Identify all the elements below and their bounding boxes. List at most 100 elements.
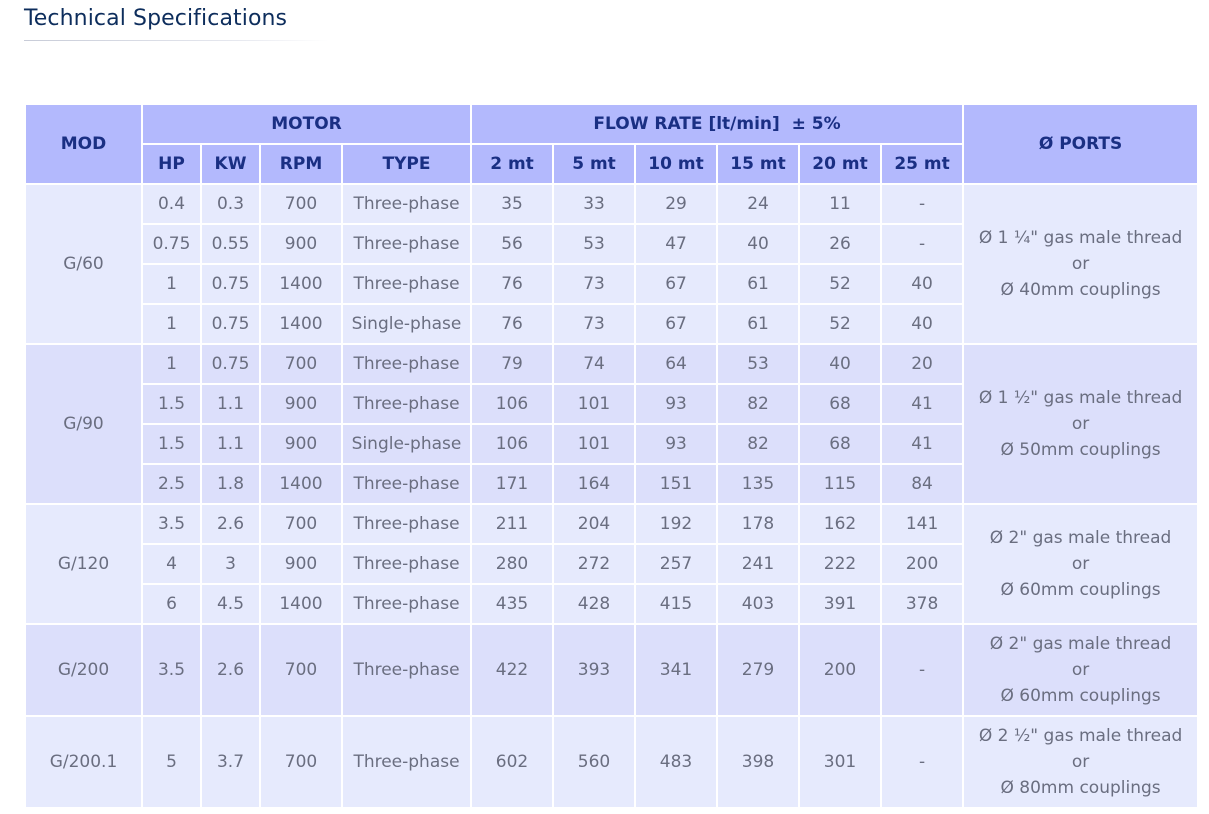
motor-cell: 700 xyxy=(259,183,343,225)
header-mod: MOD xyxy=(24,103,143,185)
motor-cell: 0.3 xyxy=(200,183,261,225)
model-group: G/90 1 0.75 700 Three-phase 79 74 64 53 40 20 Ø 1 ½… xyxy=(24,343,1200,505)
header-ports: Ø PORTS xyxy=(962,103,1200,185)
motor-cell: 2.6 xyxy=(200,503,261,545)
flow-rate-cell: 106 xyxy=(470,383,555,425)
flow-rate-cell: 398 xyxy=(716,715,801,809)
table-row: G/120 3.5 2.6 700 Three-phase 211 204 192 178 162… xyxy=(24,503,1200,625)
motor-cell: 0.75 xyxy=(200,303,261,345)
flow-rate-cell: 73 xyxy=(552,303,637,345)
flow-rate-cell: 435 xyxy=(470,583,555,625)
ports-line: Ø 60mm couplings xyxy=(1000,580,1161,600)
specifications-table: MOD MOTOR FLOW RATE [lt/min] ± 5% Ø PORT… xyxy=(24,103,1200,809)
motor-cell: Single-phase xyxy=(340,423,473,465)
motor-cell: 0.75 xyxy=(200,343,261,385)
motor-cell: Three-phase xyxy=(340,183,473,225)
flow-rate-cell: 76 xyxy=(470,303,555,345)
flow-rate-cell: 272 xyxy=(552,543,637,585)
motor-cell: 1.5 xyxy=(141,383,202,425)
flow-rate-cell: 64 xyxy=(634,343,719,385)
model-cell: G/200.1 xyxy=(24,715,143,809)
flow-rate-cell: 40 xyxy=(716,223,801,265)
motor-cell: 0.75 xyxy=(141,223,202,265)
model-cell: G/90 xyxy=(24,343,143,505)
model-cell: G/120 xyxy=(24,503,143,625)
model-group: G/200 3.5 2.6 700 Three-phase 422 393 341 279 200… xyxy=(24,623,1200,717)
motor-cell: 700 xyxy=(259,503,343,545)
header-flow-25mt: 25 mt xyxy=(880,143,965,185)
ports-line: Ø 2 ½" gas male thread xyxy=(978,726,1183,746)
flow-rate-cell: - xyxy=(880,223,965,265)
motor-cell: Three-phase xyxy=(340,343,473,385)
flow-rate-cell: 200 xyxy=(798,623,883,717)
flow-rate-cell: 61 xyxy=(716,263,801,305)
flow-rate-cell: 204 xyxy=(552,503,637,545)
flow-rate-cell: 82 xyxy=(716,383,801,425)
flow-rate-cell: 40 xyxy=(798,343,883,385)
motor-cell: Three-phase xyxy=(340,383,473,425)
motor-cell: Single-phase xyxy=(340,303,473,345)
motor-cell: Three-phase xyxy=(340,715,473,809)
flow-rate-cell: 560 xyxy=(552,715,637,809)
flow-rate-cell: 393 xyxy=(552,623,637,717)
motor-cell: 4 xyxy=(141,543,202,585)
ports-line: Ø 1 ½" gas male thread xyxy=(978,388,1183,408)
flow-rate-cell: 68 xyxy=(798,423,883,465)
motor-cell: 1 xyxy=(141,303,202,345)
flow-rate-cell: 73 xyxy=(552,263,637,305)
header-row-groups: MOD MOTOR FLOW RATE [lt/min] ± 5% Ø PORT… xyxy=(24,103,1200,185)
ports-cell: Ø 2 ½" gas male thread or Ø 80mm couplings xyxy=(962,715,1200,809)
motor-cell: 0.55 xyxy=(200,223,261,265)
header-flow-5mt: 5 mt xyxy=(552,143,637,185)
flow-rate-cell: 53 xyxy=(716,343,801,385)
motor-cell: 5 xyxy=(141,715,202,809)
table-row: G/200.1 5 3.7 700 Three-phase 602 560 483 398 301… xyxy=(24,715,1200,809)
ports-line: or xyxy=(1071,254,1090,274)
ports-line: Ø 40mm couplings xyxy=(1000,280,1161,300)
flow-rate-cell: 141 xyxy=(880,503,965,545)
flow-rate-cell: 79 xyxy=(470,343,555,385)
ports-line: Ø 1 ¼" gas male thread xyxy=(978,228,1183,248)
motor-cell: Three-phase xyxy=(340,543,473,585)
flow-rate-cell: 67 xyxy=(634,263,719,305)
motor-cell: 1 xyxy=(141,343,202,385)
motor-cell: 4.5 xyxy=(200,583,261,625)
flow-rate-cell: 378 xyxy=(880,583,965,625)
ports-line: or xyxy=(1071,752,1090,772)
flow-rate-cell: 41 xyxy=(880,423,965,465)
title-underline xyxy=(24,40,328,41)
ports-cell: Ø 2" gas male thread or Ø 60mm couplings xyxy=(962,503,1200,625)
flow-rate-cell: - xyxy=(880,183,965,225)
flow-rate-cell: 56 xyxy=(470,223,555,265)
flow-rate-cell: - xyxy=(880,623,965,717)
flow-rate-cell: 341 xyxy=(634,623,719,717)
header-motor: MOTOR xyxy=(140,103,473,145)
motor-cell: 6 xyxy=(141,583,202,625)
flow-rate-cell: 93 xyxy=(634,423,719,465)
flow-rate-cell: - xyxy=(880,715,965,809)
motor-cell: 1.8 xyxy=(200,463,261,505)
flow-rate-cell: 76 xyxy=(470,263,555,305)
motor-cell: 900 xyxy=(259,543,343,585)
flow-rate-cell: 280 xyxy=(470,543,555,585)
ports-line: Ø 60mm couplings xyxy=(1000,686,1161,706)
flow-rate-cell: 222 xyxy=(798,543,883,585)
motor-cell: 1.1 xyxy=(200,423,261,465)
header-flow-20mt: 20 mt xyxy=(798,143,883,185)
flow-rate-cell: 24 xyxy=(716,183,801,225)
motor-cell: Three-phase xyxy=(340,623,473,717)
flow-rate-cell: 40 xyxy=(880,263,965,305)
ports-line: or xyxy=(1071,414,1090,434)
flow-rate-cell: 483 xyxy=(634,715,719,809)
page-title: Technical Specifications xyxy=(24,6,288,31)
flow-rate-cell: 279 xyxy=(716,623,801,717)
flow-rate-cell: 101 xyxy=(552,423,637,465)
motor-cell: Three-phase xyxy=(340,583,473,625)
motor-cell: 1 xyxy=(141,263,202,305)
flow-rate-cell: 200 xyxy=(880,543,965,585)
motor-cell: 2.5 xyxy=(141,463,202,505)
motor-cell: Three-phase xyxy=(340,223,473,265)
ports-cell: Ø 1 ½" gas male thread or Ø 50mm couplings xyxy=(962,343,1200,505)
flow-rate-cell: 68 xyxy=(798,383,883,425)
flow-rate-cell: 422 xyxy=(470,623,555,717)
